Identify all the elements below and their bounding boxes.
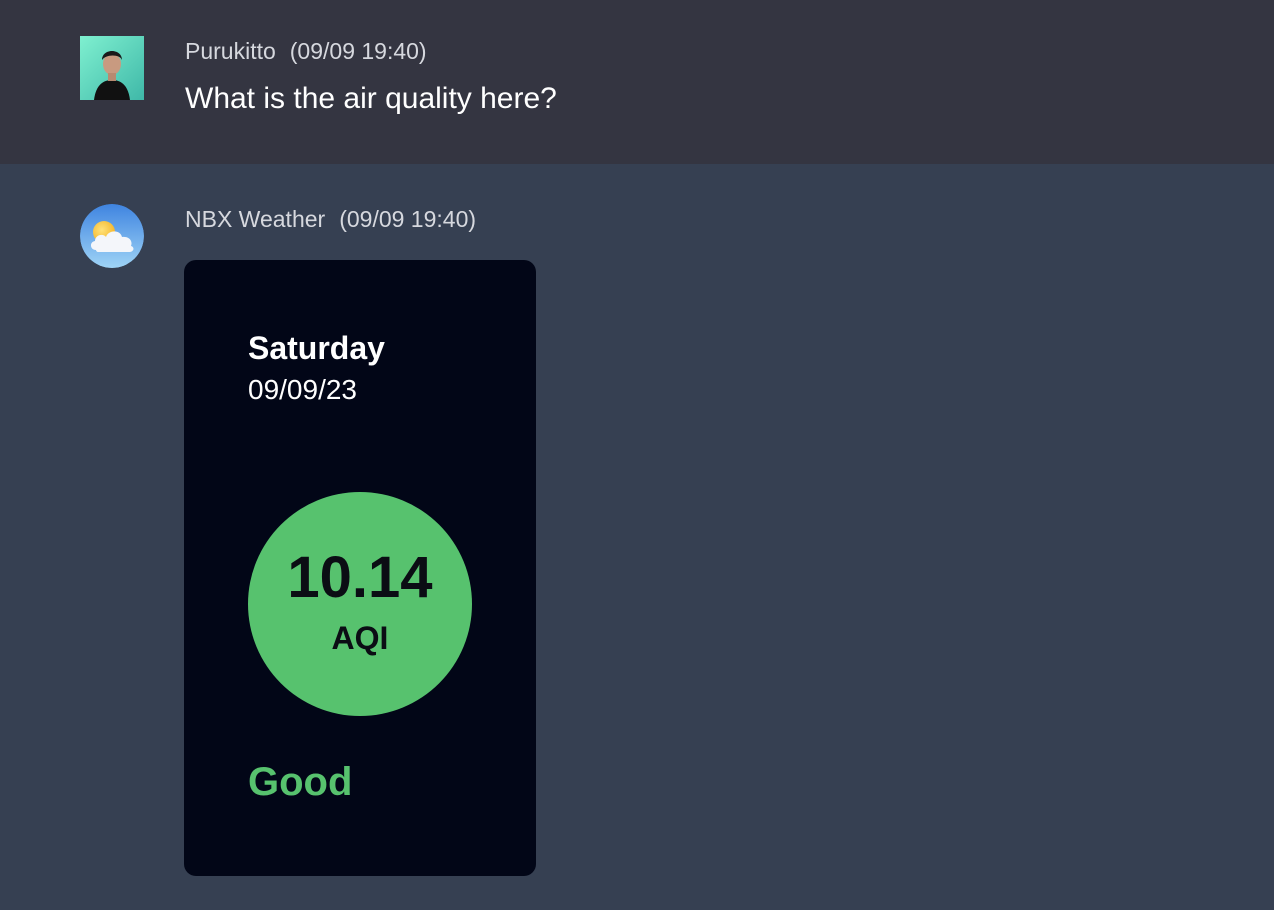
aqi-indicator: 10.14 AQI xyxy=(248,492,472,716)
author-name: NBX Weather xyxy=(185,206,326,232)
partly-cloudy-icon xyxy=(80,204,144,268)
day-label: Saturday xyxy=(248,330,385,366)
date-label: 09/09/23 xyxy=(248,374,357,405)
user-photo-avatar xyxy=(80,36,144,100)
user-message: Purukitto (09/09 19:40) What is the air q… xyxy=(0,0,1274,164)
aqi-value: 10.14 xyxy=(287,545,433,610)
bot-avatar[interactable] xyxy=(80,204,144,268)
air-quality-card: Saturday 09/09/23 10.14 AQI Good xyxy=(184,260,536,876)
user-avatar[interactable] xyxy=(80,36,144,100)
message-timestamp: (09/09 19:40) xyxy=(289,38,427,64)
message-header: Purukitto (09/09 19:40) xyxy=(185,38,427,65)
author-name: Purukitto xyxy=(185,38,276,64)
message-text: What is the air quality here? xyxy=(185,82,557,115)
bot-message: NBX Weather (09/09 19:40) Saturday 09/09/… xyxy=(0,164,1274,910)
message-header: NBX Weather (09/09 19:40) xyxy=(185,206,476,233)
message-timestamp: (09/09 19:40) xyxy=(339,206,477,232)
aqi-status: Good xyxy=(248,760,353,804)
aqi-unit: AQI xyxy=(331,620,389,656)
